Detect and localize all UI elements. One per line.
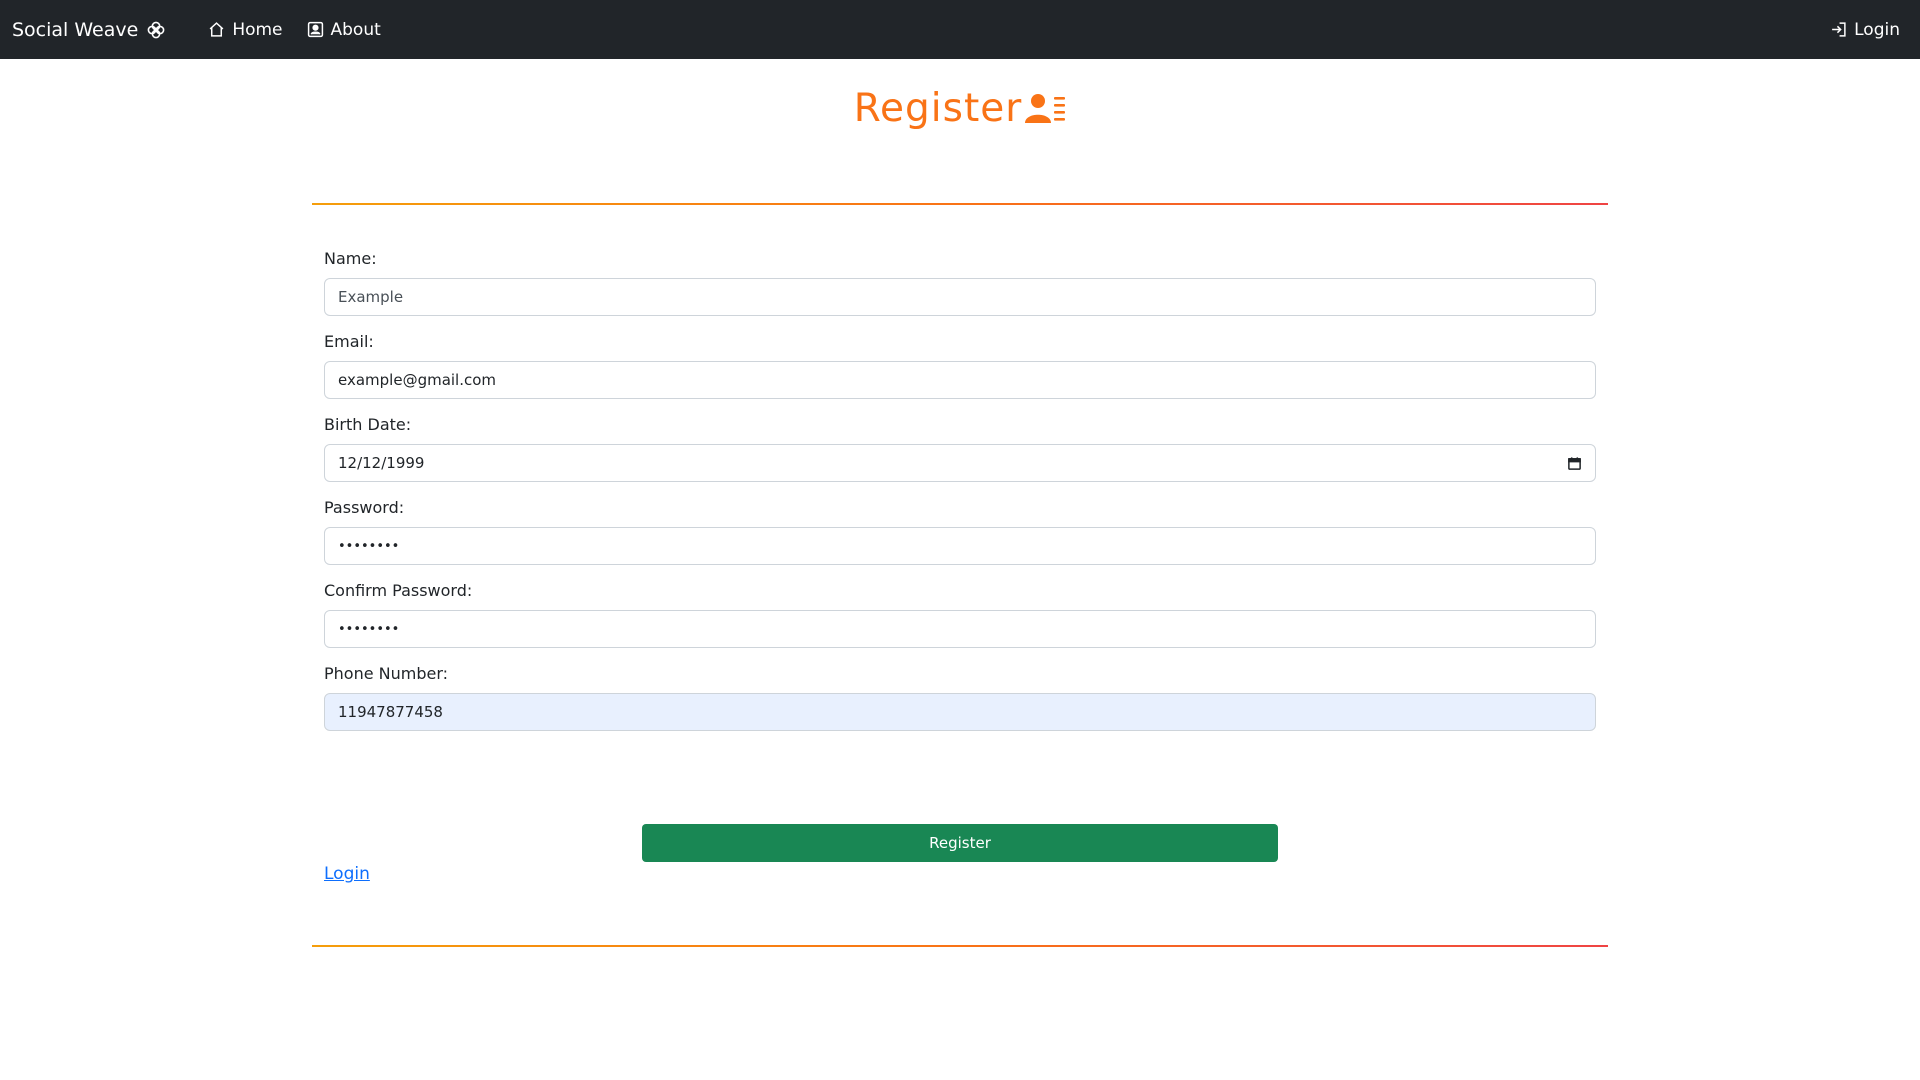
name-field-group: Name: Example bbox=[324, 248, 1596, 316]
navbar: Social Weave Home About Login bbox=[0, 0, 1920, 59]
user-list-icon bbox=[1024, 91, 1066, 127]
confirm-password-field-group: Confirm Password: •••••••• bbox=[324, 580, 1596, 648]
bottom-divider bbox=[312, 945, 1608, 947]
submit-row: Register bbox=[642, 824, 1278, 862]
birth-date-label: Birth Date: bbox=[324, 415, 412, 434]
name-label: Name: bbox=[324, 249, 377, 268]
page-header: Register bbox=[0, 86, 1920, 131]
nav-login[interactable]: Login bbox=[1830, 20, 1900, 40]
nav-home-label: Home bbox=[232, 19, 283, 40]
email-label: Email: bbox=[324, 332, 374, 351]
password-value: •••••••• bbox=[338, 538, 400, 554]
brand[interactable]: Social Weave bbox=[12, 19, 166, 41]
nav-about[interactable]: About bbox=[307, 20, 381, 40]
password-input[interactable]: •••••••• bbox=[324, 527, 1596, 565]
confirm-password-label: Confirm Password: bbox=[324, 581, 473, 600]
brand-name: Social Weave bbox=[12, 18, 139, 41]
phone-input[interactable]: 11947877458 bbox=[324, 693, 1596, 731]
about-icon bbox=[307, 21, 324, 38]
phone-label: Phone Number: bbox=[324, 664, 449, 683]
register-form: Name: Example Email: example@gmail.com B… bbox=[324, 248, 1596, 746]
password-label: Password: bbox=[324, 498, 405, 517]
login-icon bbox=[1830, 21, 1847, 38]
flower-icon bbox=[146, 20, 166, 40]
email-field-group: Email: example@gmail.com bbox=[324, 331, 1596, 399]
nav-login-label: Login bbox=[1854, 19, 1900, 40]
page-title: Register bbox=[853, 86, 1023, 131]
home-icon bbox=[208, 21, 225, 38]
confirm-password-input[interactable]: •••••••• bbox=[324, 610, 1596, 648]
birth-date-value: 12/12/1999 bbox=[338, 454, 425, 472]
top-divider bbox=[312, 203, 1608, 205]
name-input[interactable]: Example bbox=[324, 278, 1596, 316]
nav-home[interactable]: Home bbox=[208, 19, 283, 40]
phone-field-group: Phone Number: 11947877458 bbox=[324, 663, 1596, 731]
confirm-password-value: •••••••• bbox=[338, 621, 400, 637]
email-input[interactable]: example@gmail.com bbox=[324, 361, 1596, 399]
birth-date-field-group: Birth Date: 12/12/1999 bbox=[324, 414, 1596, 482]
password-field-group: Password: •••••••• bbox=[324, 497, 1596, 565]
nav-about-label: About bbox=[330, 19, 381, 40]
calendar-icon[interactable] bbox=[1567, 456, 1582, 471]
birth-date-input[interactable]: 12/12/1999 bbox=[324, 444, 1596, 482]
register-button[interactable]: Register bbox=[642, 824, 1278, 862]
login-link[interactable]: Login bbox=[324, 864, 370, 884]
